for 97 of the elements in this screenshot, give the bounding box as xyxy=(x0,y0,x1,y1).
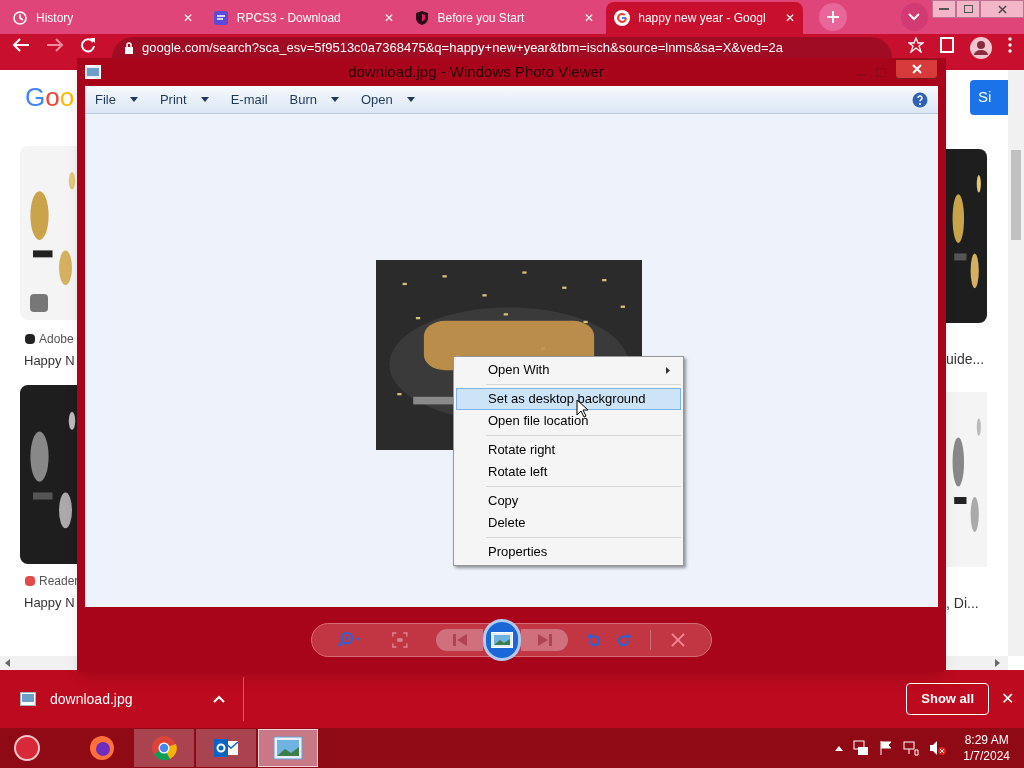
result-source: Adobe xyxy=(39,331,74,348)
close-icon[interactable]: ✕ xyxy=(785,9,795,27)
scrollbar-track[interactable] xyxy=(0,656,77,670)
new-tab-button[interactable] xyxy=(819,3,847,31)
chevron-down-icon xyxy=(908,13,921,21)
delete-icon[interactable] xyxy=(671,631,685,648)
context-menu-item[interactable]: Rotate right xyxy=(456,439,681,461)
start-ornament-icon[interactable] xyxy=(14,735,40,761)
scrollbar-thumb[interactable] xyxy=(1011,150,1021,240)
address-bar[interactable]: google.com/search?sca_esv=5f9513c0a7368475&q=happy+new+year&tbm=isch&source=lnms&sa=X&ved=2a xyxy=(112,37,892,58)
google-logo: Goo xyxy=(25,84,76,110)
help-icon[interactable] xyxy=(912,91,928,108)
taskbar-app[interactable] xyxy=(258,729,318,767)
lock-icon xyxy=(124,41,134,54)
scroll-left-icon[interactable] xyxy=(5,659,10,667)
scrollbar-track[interactable] xyxy=(946,656,1008,670)
tab-title: Before you Start xyxy=(437,10,526,27)
browser-tab[interactable]: happy new year - Googl ✕ xyxy=(606,2,803,34)
clock-icon xyxy=(12,10,28,26)
close-button[interactable] xyxy=(895,59,938,79)
forward-icon[interactable] xyxy=(46,37,64,53)
close-icon[interactable]: ✕ xyxy=(584,9,595,27)
tab-title: History xyxy=(36,10,75,27)
dropdown-arrow-icon xyxy=(406,97,415,102)
profile-icon[interactable] xyxy=(970,37,992,59)
result-title[interactable]: uide... xyxy=(946,349,1008,370)
slideshow-icon xyxy=(491,631,514,648)
previous-icon xyxy=(452,633,467,646)
taskbar-app[interactable] xyxy=(196,729,256,767)
context-menu-item[interactable]: Open With xyxy=(456,359,681,381)
app-icon xyxy=(85,65,101,79)
download-filename[interactable]: download.jpg xyxy=(50,688,133,710)
flag-icon[interactable] xyxy=(879,740,894,756)
tab-title: RPCS3 - Download xyxy=(236,10,342,27)
photo-viewer-icon xyxy=(273,736,303,760)
menu-item[interactable]: Print xyxy=(159,89,209,110)
submenu-arrow-icon xyxy=(666,366,670,374)
show-all-button[interactable]: Show all xyxy=(906,683,989,715)
site-favicon-icon xyxy=(25,575,35,586)
menu-item[interactable]: Burn xyxy=(289,89,339,110)
tab-title: happy new year - Googl xyxy=(638,10,767,27)
close-icon[interactable] xyxy=(980,0,1024,18)
result-title[interactable]: Happy N xyxy=(24,592,75,612)
browser-tab[interactable]: Before you Start ✕ xyxy=(405,2,603,34)
chrome-icon xyxy=(150,734,178,762)
chevron-up-icon[interactable] xyxy=(212,695,225,703)
vertical-scrollbar[interactable] xyxy=(1008,70,1024,656)
result-title[interactable]: , Di... xyxy=(946,593,1008,614)
restore-icon[interactable] xyxy=(956,0,980,18)
close-icon xyxy=(911,64,922,74)
tray-arrow-icon[interactable] xyxy=(835,745,844,751)
back-icon[interactable] xyxy=(12,37,30,53)
site-favicon-icon xyxy=(25,334,35,344)
url-text: google.com/search?sca_esv=5f9513c0a7368475&q=happy+new+year&tbm=isch&source=lnms&sa=X&ved=2a xyxy=(142,39,784,56)
reload-icon[interactable] xyxy=(80,37,96,53)
app-icon xyxy=(212,10,229,26)
image-badge-icon xyxy=(30,294,48,312)
menu-item[interactable]: Open xyxy=(361,89,415,110)
context-menu-item[interactable]: Open file location xyxy=(456,410,681,432)
dropdown-arrow-icon xyxy=(129,97,138,102)
menu-icon[interactable] xyxy=(1008,37,1012,53)
menu-item[interactable]: E-mail xyxy=(230,89,268,110)
menu-item[interactable]: File xyxy=(95,89,138,110)
sidebar-icon[interactable] xyxy=(940,37,954,53)
browser-tab[interactable]: History ✕ xyxy=(4,2,201,34)
context-menu-item[interactable]: Copy xyxy=(456,490,681,512)
context-menu-item[interactable]: Delete xyxy=(456,512,681,534)
browser-tab[interactable]: RPCS3 - Download ✕ xyxy=(204,2,402,34)
firefox-icon xyxy=(88,734,116,762)
muted-speaker-icon[interactable] xyxy=(929,740,948,756)
dropdown-arrow-icon xyxy=(331,97,339,102)
google-icon xyxy=(614,10,631,26)
close-button[interactable]: ✕ xyxy=(1001,687,1014,711)
next-icon xyxy=(537,633,552,646)
monitor-icon[interactable] xyxy=(853,740,870,756)
result-source: Reader xyxy=(39,572,79,590)
network-icon[interactable] xyxy=(903,740,920,756)
scroll-right-icon[interactable] xyxy=(995,659,1000,667)
tab-search-button[interactable] xyxy=(900,3,928,31)
shield-icon xyxy=(413,10,430,26)
plus-icon xyxy=(825,10,840,24)
slideshow-button[interactable] xyxy=(483,618,521,661)
clock-date: 1/7/2024 xyxy=(963,748,1010,764)
close-icon[interactable]: ✕ xyxy=(383,9,394,27)
window-title: download.jpg - Windows Photo Viewer xyxy=(347,61,605,82)
result-title[interactable]: Happy N xyxy=(24,351,75,371)
close-icon[interactable]: ✕ xyxy=(182,9,193,27)
context-menu-item[interactable]: Set as desktop background xyxy=(456,388,681,410)
taskbar-app[interactable] xyxy=(134,729,194,767)
dropdown-arrow-icon xyxy=(200,97,209,102)
context-menu-item[interactable]: Rotate left xyxy=(456,461,681,483)
image-file-icon xyxy=(20,692,36,706)
sign-in-button[interactable]: Si xyxy=(970,80,1008,115)
context-menu-item[interactable]: Properties xyxy=(456,541,681,563)
bookmark-star-icon[interactable] xyxy=(908,37,924,53)
clock-time: 8:29 AM xyxy=(964,732,1009,748)
minimize-icon[interactable] xyxy=(932,0,956,18)
